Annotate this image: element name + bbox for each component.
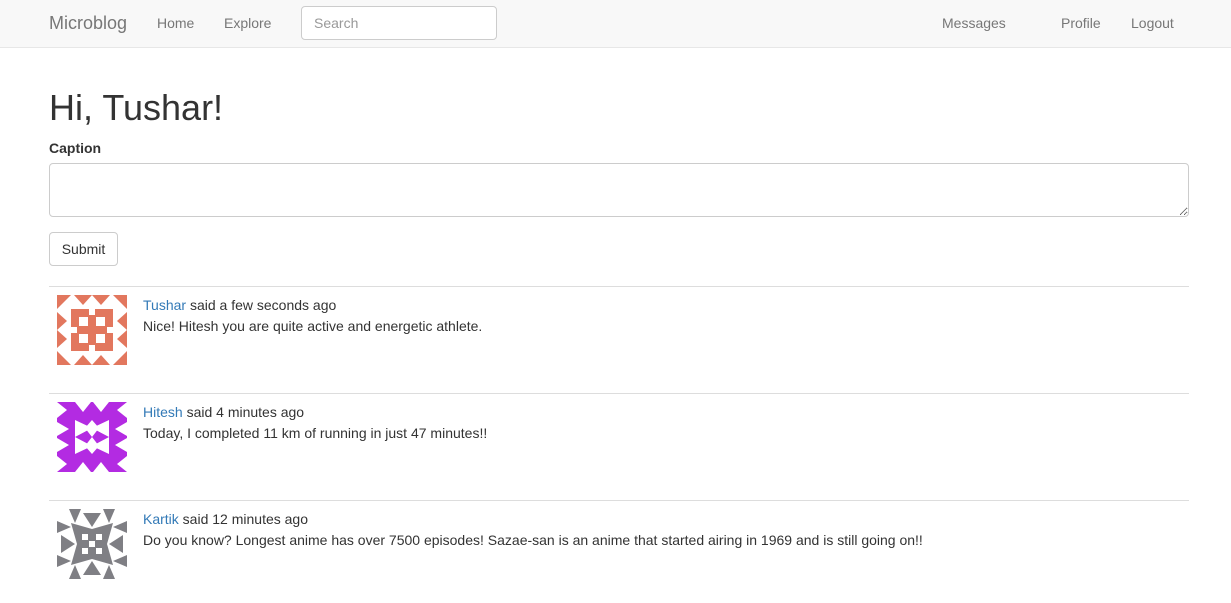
post-item: Kartik said 12 minutes ago Do you know? … <box>49 501 1189 601</box>
search-input[interactable] <box>301 6 497 40</box>
page-title: Hi, Tushar! <box>49 87 224 128</box>
submit-button[interactable]: Submit <box>49 232 118 266</box>
identicon-avatar-icon[interactable] <box>57 509 127 579</box>
post-timestamp: said 12 minutes ago <box>178 511 308 527</box>
caption-label: Caption <box>49 140 102 156</box>
nav-logout-link[interactable]: Logout <box>1131 15 1174 31</box>
nav-explore-link[interactable]: Explore <box>224 15 271 31</box>
post-username-link[interactable]: Kartik <box>143 511 179 527</box>
caption-textarea[interactable] <box>49 163 1189 217</box>
post-username-link[interactable]: Hitesh <box>143 404 183 420</box>
post-timestamp: said a few seconds ago <box>186 297 337 313</box>
nav-home-link[interactable]: Home <box>157 15 194 31</box>
post-body: Nice! Hitesh you are quite active and en… <box>143 318 483 334</box>
brand-link[interactable]: Microblog <box>49 13 127 34</box>
post-username-link[interactable]: Tushar <box>143 297 186 313</box>
nav-messages-link[interactable]: Messages <box>942 15 1006 31</box>
post-body: Do you know? Longest anime has over 7500… <box>143 532 923 548</box>
identicon-avatar-icon[interactable] <box>57 295 127 365</box>
identicon-avatar-icon[interactable] <box>57 402 127 472</box>
post-body: Today, I completed 11 km of running in j… <box>143 425 488 441</box>
post-item: Hitesh said 4 minutes ago Today, I compl… <box>49 394 1189 494</box>
post-meta: Tushar said a few seconds ago <box>143 297 336 313</box>
post-meta: Kartik said 12 minutes ago <box>143 511 308 527</box>
post-item: Tushar said a few seconds ago Nice! Hite… <box>49 287 1189 387</box>
nav-profile-link[interactable]: Profile <box>1061 15 1101 31</box>
navbar: Microblog Home Explore Messages Profile … <box>0 0 1231 48</box>
post-timestamp: said 4 minutes ago <box>182 404 305 420</box>
post-meta: Hitesh said 4 minutes ago <box>143 404 304 420</box>
